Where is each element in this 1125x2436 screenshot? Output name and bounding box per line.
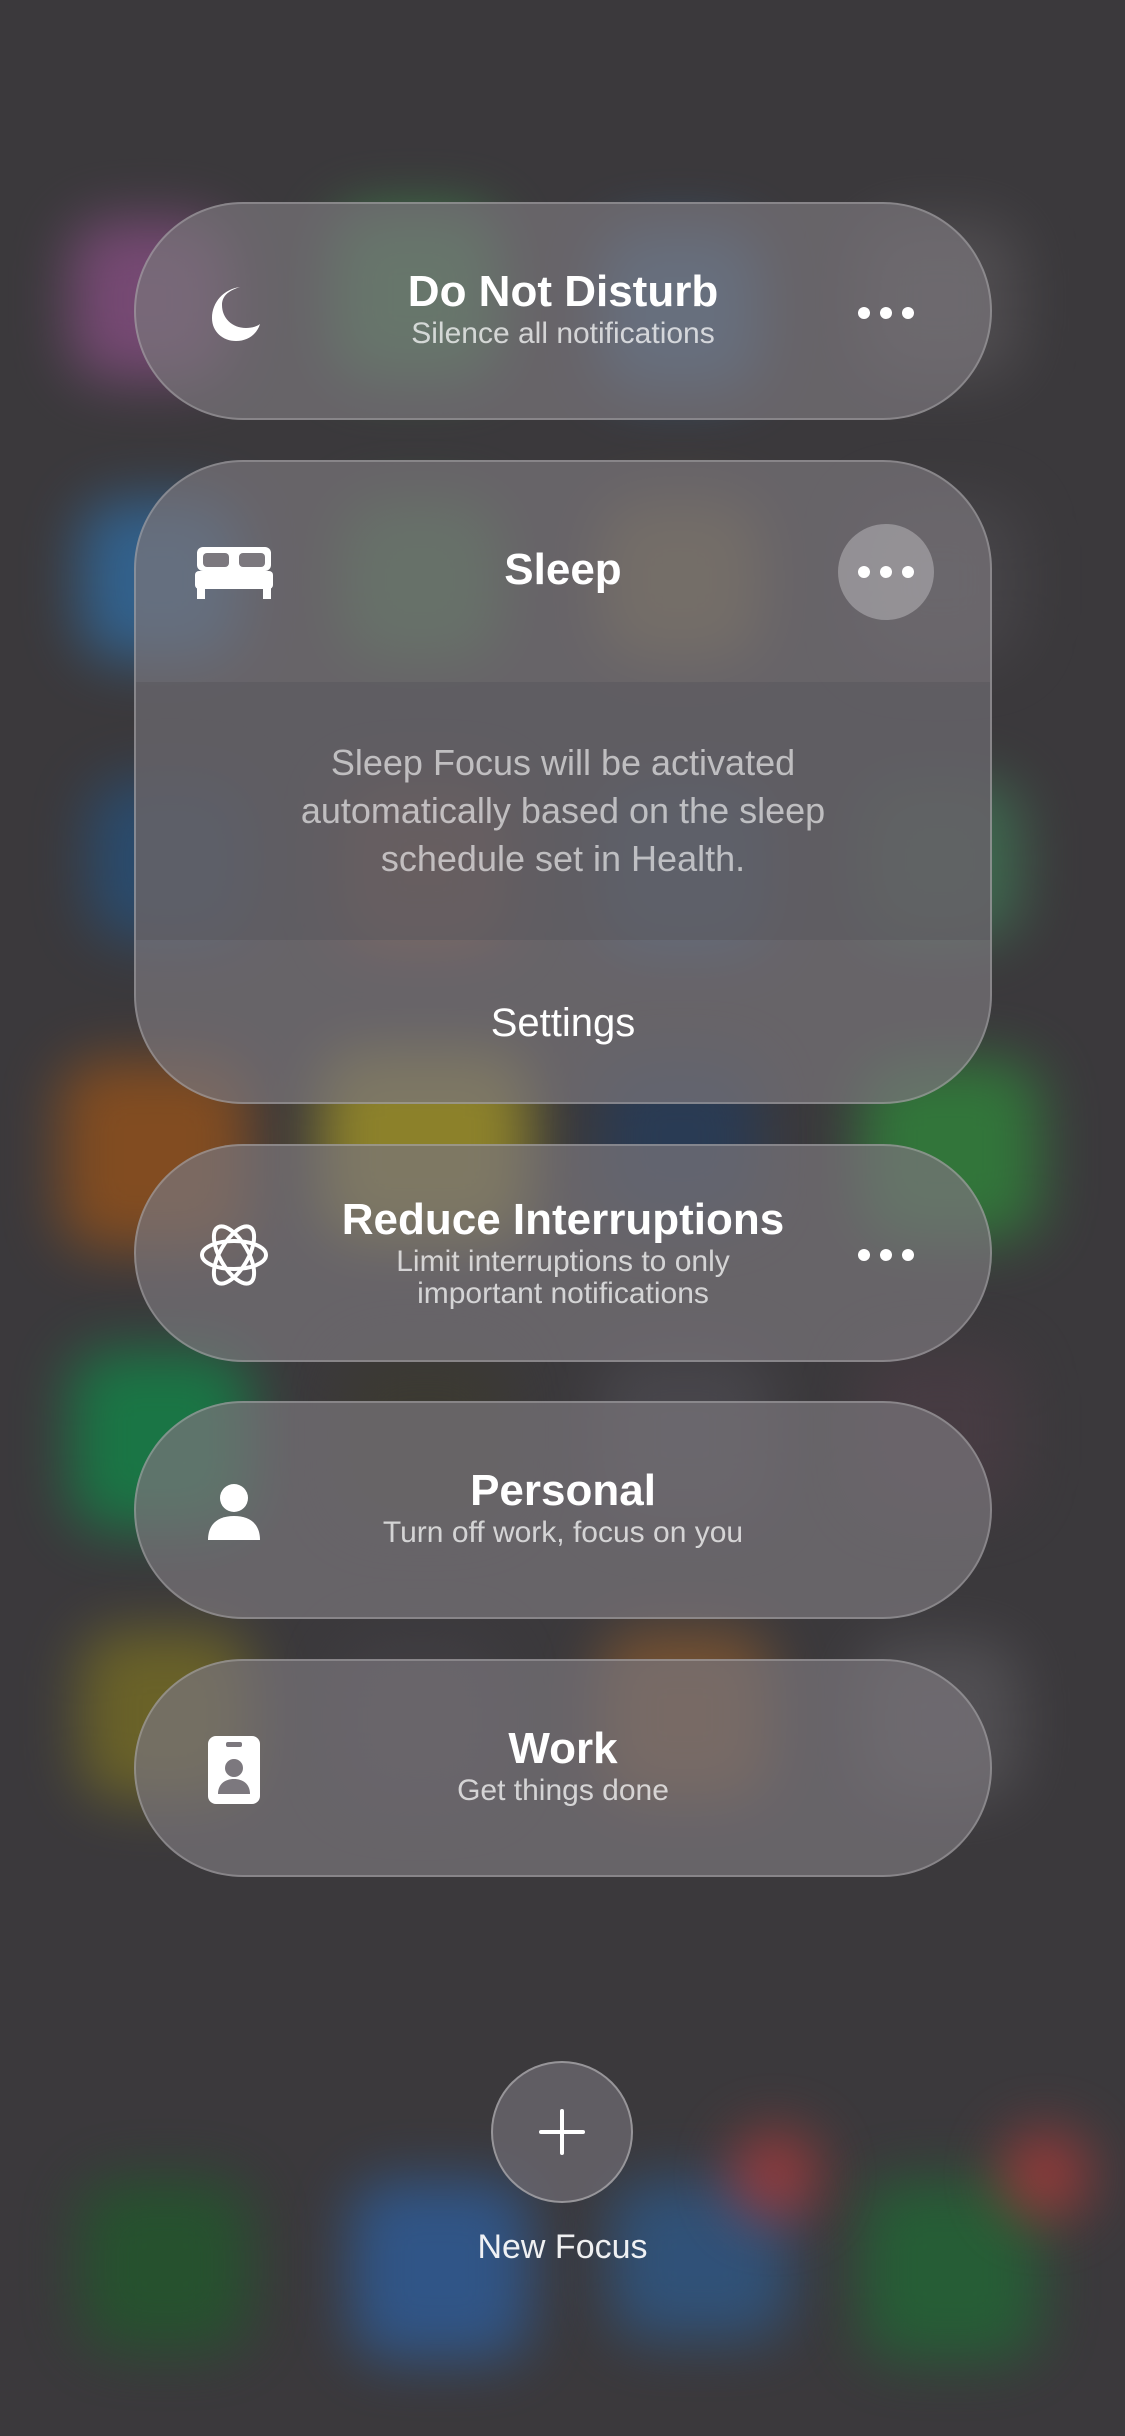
focus-do-not-disturb[interactable]: Do Not Disturb Silence all notifications bbox=[134, 202, 992, 420]
focus-sleep[interactable]: Sleep Sleep Focus will be activated auto… bbox=[134, 460, 992, 1104]
focus-subtitle: Turn off work, focus on you bbox=[382, 1516, 744, 1549]
new-focus-label: New Focus bbox=[477, 2228, 648, 2266]
focus-title: Reduce Interruptions bbox=[341, 1195, 785, 1244]
ellipsis-icon bbox=[858, 307, 914, 319]
focus-title: Work bbox=[508, 1724, 618, 1773]
more-options-button[interactable] bbox=[838, 1207, 934, 1303]
sleep-description: Sleep Focus will be activated automatica… bbox=[136, 682, 990, 940]
focus-subtitle: Silence all notifications bbox=[411, 317, 715, 350]
plus-icon bbox=[539, 2109, 585, 2155]
focus-title: Sleep bbox=[504, 545, 622, 594]
focus-personal[interactable]: Personal Turn off work, focus on you bbox=[134, 1401, 992, 1619]
focus-work[interactable]: Work Get things done bbox=[134, 1659, 992, 1877]
focus-subtitle: Get things done bbox=[457, 1774, 669, 1807]
sparkle-icon bbox=[194, 1215, 274, 1295]
focus-subtitle-line2: important notifications bbox=[417, 1277, 709, 1310]
bed-icon bbox=[194, 532, 274, 612]
focus-subtitle-line1: Limit interruptions to only bbox=[396, 1245, 730, 1278]
new-focus-button[interactable] bbox=[491, 2061, 633, 2203]
focus-reduce-interruptions[interactable]: Reduce Interruptions Limit interruptions… bbox=[134, 1144, 992, 1362]
ellipsis-icon bbox=[858, 1249, 914, 1261]
person-icon bbox=[194, 1472, 274, 1552]
ellipsis-icon bbox=[858, 566, 914, 578]
focus-title: Personal bbox=[470, 1466, 656, 1515]
more-options-button[interactable] bbox=[838, 265, 934, 361]
id-badge-icon bbox=[194, 1730, 274, 1810]
moon-icon bbox=[194, 273, 274, 353]
more-options-button[interactable] bbox=[838, 524, 934, 620]
focus-title: Do Not Disturb bbox=[407, 267, 719, 316]
sleep-settings-button[interactable]: Settings bbox=[136, 940, 990, 1102]
